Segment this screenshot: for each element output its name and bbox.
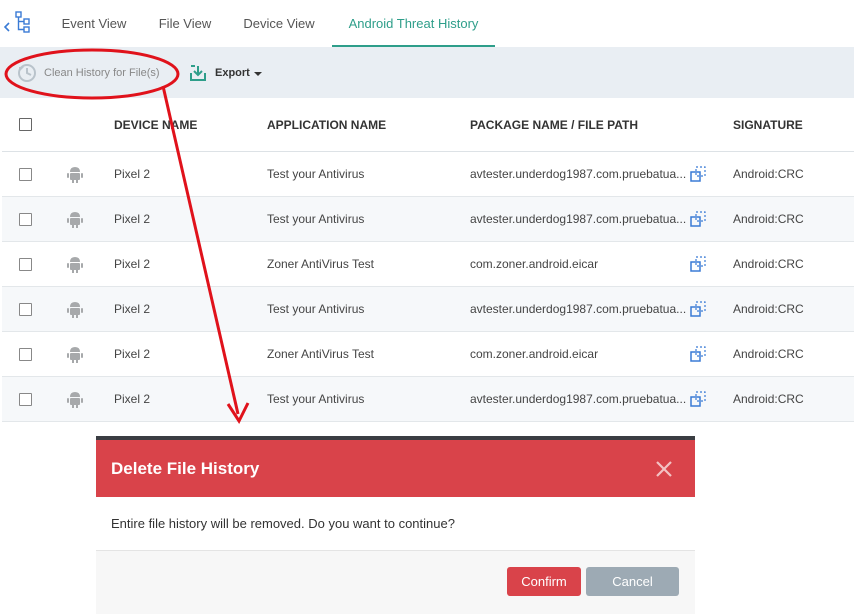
table-row[interactable]: Pixel 2 Test your Antivirus avtester.und… bbox=[2, 152, 854, 197]
select-all-checkbox-cell bbox=[19, 98, 32, 151]
clean-history-label: Clean History for File(s) bbox=[44, 66, 160, 79]
tab-android-threat-history[interactable]: Android Threat History bbox=[332, 0, 495, 47]
dialog-body: Entire file history will be removed. Do … bbox=[96, 497, 695, 551]
threat-table: DEVICE NAME APPLICATION NAME PACKAGE NAM… bbox=[2, 98, 854, 422]
android-icon bbox=[67, 197, 83, 241]
expand-path-icon[interactable] bbox=[690, 242, 706, 286]
device-name: Pixel 2 bbox=[114, 392, 151, 406]
row-checkbox[interactable] bbox=[19, 392, 32, 406]
signature: Android:CRC bbox=[733, 257, 804, 271]
row-checkbox[interactable] bbox=[19, 212, 32, 226]
clean-history-button[interactable]: Clean History for File(s) bbox=[16, 47, 160, 98]
dialog-title: Delete File History bbox=[111, 459, 260, 478]
android-icon bbox=[67, 152, 83, 196]
table-row[interactable]: Pixel 2 Test your Antivirus avtester.und… bbox=[2, 377, 854, 422]
col-signature[interactable]: SIGNATURE bbox=[733, 98, 803, 151]
package-name: avtester.underdog1987.com.pruebatua... bbox=[470, 302, 687, 316]
export-icon bbox=[189, 64, 207, 82]
application-name: Test your Antivirus bbox=[267, 392, 365, 406]
dialog-header: Delete File History bbox=[96, 440, 695, 497]
tree-view-icon[interactable] bbox=[2, 8, 38, 38]
row-checkbox[interactable] bbox=[19, 347, 32, 361]
device-name: Pixel 2 bbox=[114, 212, 151, 226]
clean-history-icon bbox=[16, 62, 38, 84]
signature: Android:CRC bbox=[733, 302, 804, 316]
toolbar: Clean History for File(s) Export bbox=[0, 47, 854, 98]
tab-event-view[interactable]: Event View bbox=[48, 0, 140, 47]
confirm-button[interactable]: Confirm bbox=[507, 567, 581, 596]
tab-file-view[interactable]: File View bbox=[145, 0, 225, 47]
expand-path-icon[interactable] bbox=[690, 152, 706, 196]
package-name: com.zoner.android.eicar bbox=[470, 257, 599, 271]
package-name: avtester.underdog1987.com.pruebatua... bbox=[470, 167, 687, 181]
device-name: Pixel 2 bbox=[114, 257, 151, 271]
android-icon bbox=[67, 287, 83, 331]
close-icon[interactable] bbox=[653, 458, 675, 480]
package-name: com.zoner.android.eicar bbox=[470, 347, 599, 361]
export-label: Export bbox=[215, 66, 250, 79]
expand-path-icon[interactable] bbox=[690, 332, 706, 376]
application-name: Test your Antivirus bbox=[267, 212, 365, 226]
signature: Android:CRC bbox=[733, 167, 804, 181]
page: Event View File View Device View Android… bbox=[0, 0, 854, 614]
table-header-row: DEVICE NAME APPLICATION NAME PACKAGE NAM… bbox=[2, 98, 854, 152]
row-checkbox[interactable] bbox=[19, 302, 32, 316]
application-name: Test your Antivirus bbox=[267, 302, 365, 316]
device-name: Pixel 2 bbox=[114, 347, 151, 361]
expand-path-icon[interactable] bbox=[690, 377, 706, 421]
android-icon bbox=[67, 332, 83, 376]
signature: Android:CRC bbox=[733, 392, 804, 406]
signature: Android:CRC bbox=[733, 347, 804, 361]
application-name: Test your Antivirus bbox=[267, 167, 365, 181]
signature: Android:CRC bbox=[733, 212, 804, 226]
table-row[interactable]: Pixel 2 Zoner AntiVirus Test com.zoner.a… bbox=[2, 242, 854, 287]
expand-path-icon[interactable] bbox=[690, 197, 706, 241]
dialog-message: Entire file history will be removed. Do … bbox=[111, 516, 455, 531]
tab-bar: Event View File View Device View Android… bbox=[0, 0, 854, 47]
chevron-down-icon bbox=[253, 71, 262, 76]
expand-path-icon[interactable] bbox=[690, 287, 706, 331]
table-row[interactable]: Pixel 2 Test your Antivirus avtester.und… bbox=[2, 197, 854, 242]
application-name: Zoner AntiVirus Test bbox=[267, 347, 374, 361]
package-name: avtester.underdog1987.com.pruebatua... bbox=[470, 212, 687, 226]
table-row[interactable]: Pixel 2 Zoner AntiVirus Test com.zoner.a… bbox=[2, 332, 854, 377]
device-name: Pixel 2 bbox=[114, 167, 151, 181]
device-name: Pixel 2 bbox=[114, 302, 151, 316]
package-name: avtester.underdog1987.com.pruebatua... bbox=[470, 392, 687, 406]
col-device-name[interactable]: DEVICE NAME bbox=[114, 98, 197, 151]
row-checkbox[interactable] bbox=[19, 257, 32, 271]
select-all-checkbox[interactable] bbox=[19, 118, 32, 131]
col-application-name[interactable]: APPLICATION NAME bbox=[267, 98, 386, 151]
dialog-footer: Confirm Cancel bbox=[96, 551, 695, 614]
col-package-name[interactable]: PACKAGE NAME / FILE PATH bbox=[470, 98, 638, 151]
android-icon bbox=[67, 242, 83, 286]
table-row[interactable]: Pixel 2 Test your Antivirus avtester.und… bbox=[2, 287, 854, 332]
export-button[interactable]: Export bbox=[189, 47, 262, 98]
application-name: Zoner AntiVirus Test bbox=[267, 257, 374, 271]
tab-device-view[interactable]: Device View bbox=[232, 0, 326, 47]
android-icon bbox=[67, 377, 83, 421]
row-checkbox[interactable] bbox=[19, 167, 32, 181]
cancel-button[interactable]: Cancel bbox=[586, 567, 679, 596]
